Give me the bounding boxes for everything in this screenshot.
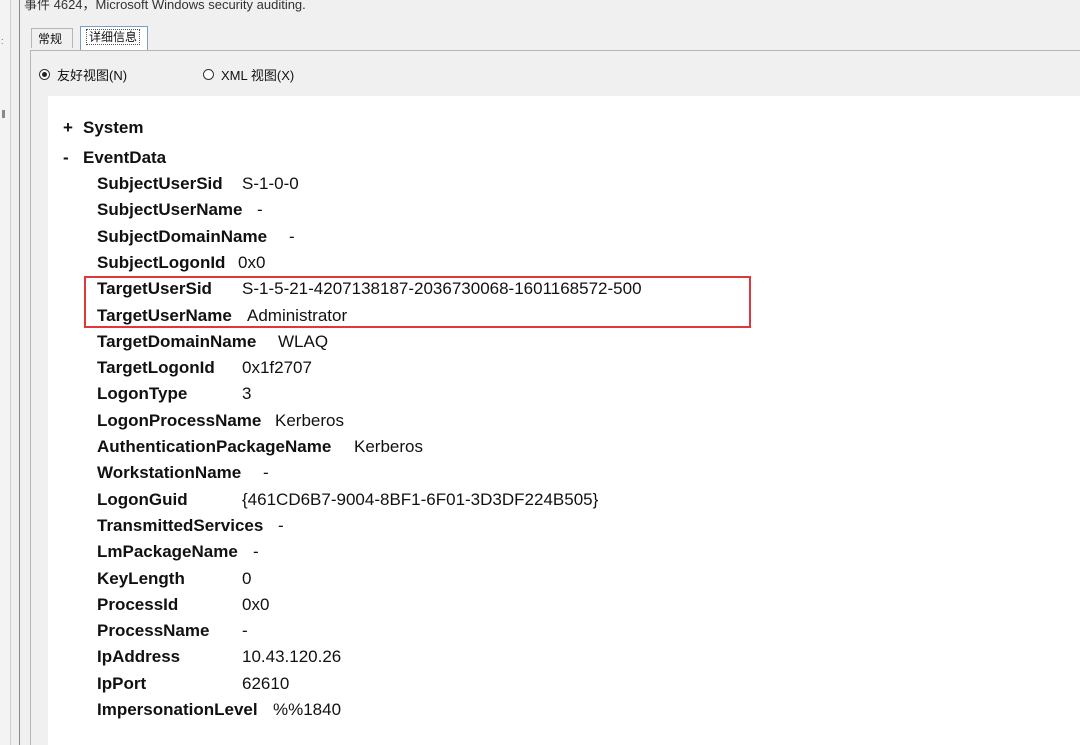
event-data-key: SubjectDomainName <box>97 226 268 246</box>
event-data-value: 0x0 <box>238 252 266 272</box>
tab-details-label: 详细信息 <box>86 29 141 45</box>
highlight-annotation-box <box>84 276 751 328</box>
event-data-key: LogonGuid <box>97 489 188 509</box>
event-data-value: S-1-0-0 <box>242 174 299 193</box>
tree-node-label: System <box>83 118 144 137</box>
event-data-key: ProcessName <box>97 621 210 641</box>
event-data-value: 0x0 <box>242 594 270 614</box>
event-data-key: SubjectLogonId <box>97 252 226 272</box>
xml-view-radio[interactable] <box>203 69 214 80</box>
event-data-value: - <box>242 621 248 641</box>
tree-node-eventdata[interactable]: - EventData <box>63 148 166 168</box>
event-data-value: {461CD6B7-9004-8BF1-6F01-3D3DF224B505} <box>242 489 599 509</box>
event-data-key: WorkstationName <box>97 463 242 483</box>
event-data-value: Kerberos <box>354 437 423 456</box>
tab-details[interactable]: 详细信息 <box>80 26 148 50</box>
event-data-key: ProcessId <box>97 594 179 614</box>
event-data-key: SubjectUserSid <box>97 174 223 193</box>
tab-general[interactable]: 常规 <box>31 28 73 48</box>
event-data-view: + System - EventData SubjectUserSid S-1-0-0… <box>48 96 1080 745</box>
event-data-key: LogonType <box>97 384 188 404</box>
event-data-key: TargetLogonId <box>97 358 215 378</box>
friendly-view-label: 友好视图(N) <box>57 68 128 83</box>
xml-view-label: XML 视图(X) <box>221 68 295 83</box>
event-data-key: LogonProcessName <box>97 410 262 430</box>
left-edge-scroll-mark <box>2 110 5 118</box>
tree-node-system[interactable]: + System <box>63 118 143 138</box>
event-data-value: Kerberos <box>275 410 344 430</box>
friendly-view-option[interactable]: 友好视图(N) <box>39 65 127 84</box>
expand-icon[interactable]: + <box>63 118 83 138</box>
event-data-value: - <box>263 463 269 483</box>
event-data-key: IpAddress <box>97 647 181 667</box>
tree-node-label: EventData <box>83 148 167 167</box>
event-data-value: - <box>289 226 295 246</box>
event-data-value: 0 <box>242 568 252 588</box>
event-data-key: IpPort <box>97 673 147 693</box>
event-data-value: 10.43.120.26 <box>242 647 342 667</box>
event-data-key: AuthenticationPackageName <box>97 437 332 456</box>
left-edge-mark: : <box>1 36 4 46</box>
event-data-key: TransmittedServices <box>97 515 264 535</box>
event-data-value: 0x1f2707 <box>242 358 312 378</box>
event-data-key: KeyLength <box>97 568 185 588</box>
friendly-view-radio[interactable] <box>39 69 50 80</box>
event-data-value: - <box>278 515 284 535</box>
event-data-key: SubjectUserName <box>97 200 243 220</box>
event-data-value: - <box>253 542 259 562</box>
xml-view-option[interactable]: XML 视图(X) <box>203 65 294 84</box>
left-window-edge: : <box>0 0 11 745</box>
event-data-key: TargetDomainName <box>97 331 257 351</box>
event-data-value: 3 <box>242 384 252 404</box>
event-data-value: - <box>257 200 263 220</box>
collapse-icon[interactable]: - <box>63 148 83 168</box>
event-data-value: 62610 <box>242 673 290 693</box>
event-data-key: LmPackageName <box>97 542 238 562</box>
event-data-key: ImpersonationLevel <box>97 700 258 719</box>
event-title: 事件 4624，Microsoft Windows security audit… <box>24 0 306 12</box>
event-data-value: %%1840 <box>273 700 342 719</box>
event-data-value: WLAQ <box>278 331 329 351</box>
